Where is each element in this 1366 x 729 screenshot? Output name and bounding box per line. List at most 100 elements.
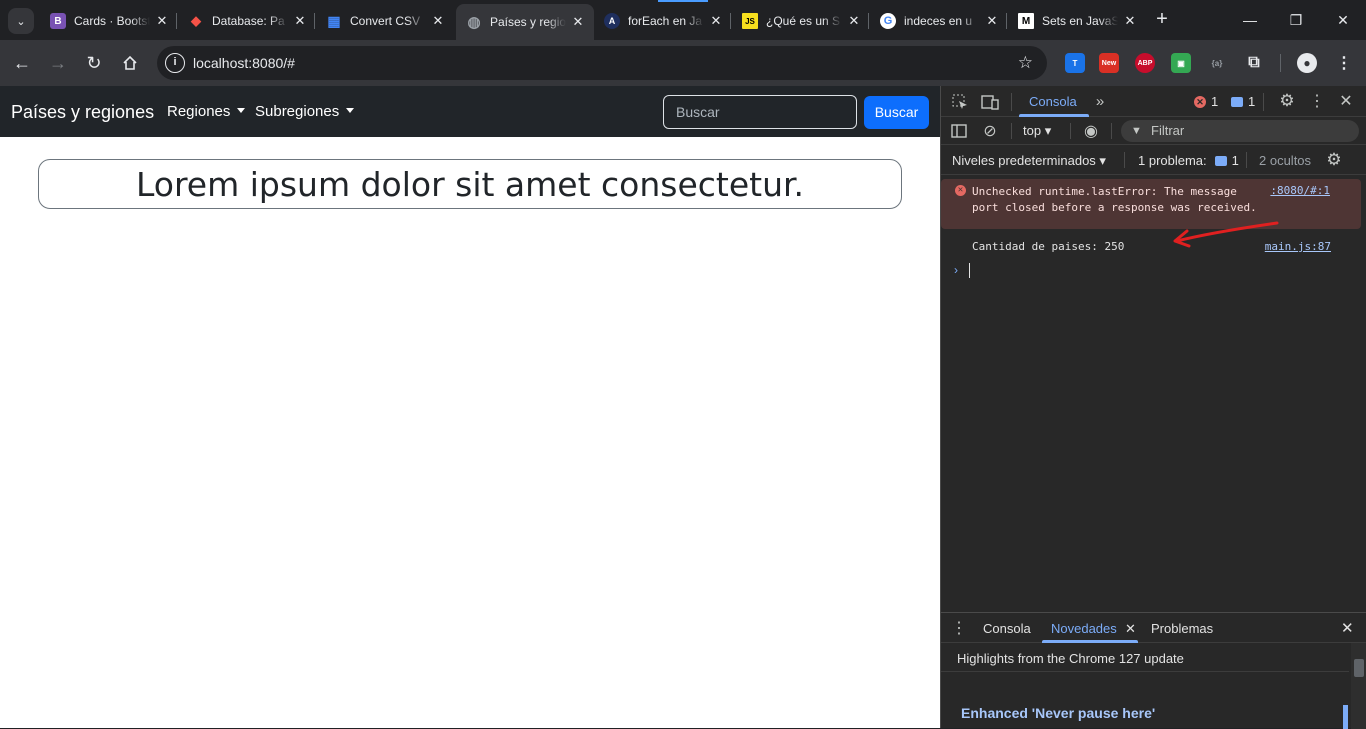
toolbar-divider	[1280, 54, 1281, 72]
devtools-tabbar: Consola » ✕ 1 1 ⚙ ⋮ ✕	[941, 86, 1366, 117]
google-icon: G	[880, 13, 896, 29]
close-devtools-icon[interactable]: ✕	[1337, 92, 1355, 110]
browser-tab[interactable]: B Cards · Bootstrap ✕	[40, 6, 178, 36]
message-icon	[1231, 96, 1243, 107]
site-info-icon[interactable]: i	[165, 53, 185, 73]
subregiones-label: Subregiones	[255, 103, 340, 120]
context-value: top	[1023, 123, 1042, 138]
device-toolbar-icon[interactable]	[981, 93, 999, 111]
drawer-menu-icon[interactable]: ⋮	[951, 619, 967, 637]
restore-icon: ❐	[1289, 11, 1303, 28]
close-icon[interactable]: ✕	[846, 13, 862, 29]
more-tabs-icon[interactable]: »	[1092, 93, 1108, 110]
scroll-indicator	[1343, 705, 1348, 729]
restore-button[interactable]: ❐	[1273, 0, 1319, 40]
back-button[interactable]: ←	[9, 50, 35, 76]
bookmark-star-icon[interactable]: ☆	[1018, 53, 1033, 73]
toolbar-divider	[1070, 123, 1071, 139]
home-button[interactable]	[117, 50, 143, 76]
console-settings-gear-icon[interactable]: ⚙	[1325, 150, 1343, 169]
tab-divider	[730, 13, 731, 29]
close-tab-icon[interactable]: ✕	[1125, 621, 1136, 637]
tab-title: ¿Qué es un S	[766, 14, 841, 28]
navbar-brand[interactable]: Países y regiones	[11, 102, 154, 123]
home-icon	[123, 55, 137, 70]
drawer-tab-consola[interactable]: Consola	[983, 621, 1031, 636]
error-source-link[interactable]: :8080/#:1	[1270, 184, 1330, 197]
profile-avatar-icon[interactable]: ●	[1297, 53, 1317, 73]
close-icon[interactable]: ✕	[1122, 13, 1138, 29]
log-levels-dropdown[interactable]: Niveles predeterminados ▾	[952, 153, 1106, 169]
toolbar-divider	[1011, 93, 1012, 111]
issues-link[interactable]: 1 problema: 1	[1138, 153, 1239, 168]
console-input-caret[interactable]	[969, 263, 970, 278]
tab-console[interactable]: Consola	[1029, 94, 1077, 109]
tab-title: forEach en Ja	[628, 14, 703, 28]
minimize-button[interactable]: —	[1227, 0, 1273, 40]
close-icon[interactable]: ✕	[154, 13, 170, 29]
filter-input[interactable]: ▼ Filtrar	[1121, 120, 1359, 142]
browser-tab[interactable]: G indeces en u ✕	[870, 6, 1008, 36]
adblock-plus-icon[interactable]: ABP	[1135, 53, 1155, 73]
close-icon[interactable]: ✕	[984, 13, 1000, 29]
error-count: 1	[1211, 94, 1219, 109]
browser-tab[interactable]: A forEach en Ja ✕	[594, 6, 732, 36]
error-count-badge[interactable]: ✕ 1	[1194, 94, 1218, 109]
browser-tab[interactable]: JS ¿Qué es un S ✕	[732, 6, 870, 36]
inspect-element-icon[interactable]	[951, 93, 969, 111]
error-icon: ✕	[1194, 95, 1206, 108]
context-select[interactable]: top ▾	[1023, 123, 1051, 139]
tab-title: Países y regiones	[490, 15, 566, 29]
tab-title: Database: Pa	[212, 14, 285, 28]
console-log-message: Cantidad de paises: 250	[972, 240, 1125, 253]
kebab-menu-icon[interactable]: ⋮	[1334, 53, 1354, 73]
close-window-button[interactable]: ✕	[1320, 0, 1366, 40]
whats-new-heading: Highlights from the Chrome 127 update	[957, 651, 1184, 666]
regiones-dropdown[interactable]: Regiones	[167, 103, 246, 120]
tab-title: Cards · Bootstrap	[74, 14, 150, 28]
live-expression-eye-icon[interactable]: ◉	[1081, 122, 1101, 140]
forward-button[interactable]: →	[45, 50, 71, 76]
android-extension-icon[interactable]: ▣	[1171, 53, 1191, 73]
caret-down-icon	[346, 108, 355, 113]
sidebar-toggle-icon[interactable]	[951, 123, 967, 139]
tab-divider	[868, 13, 869, 29]
reload-button[interactable]: ↻	[81, 50, 107, 76]
console-error-message[interactable]: ✕ Unchecked runtime.lastError: The messa…	[941, 179, 1361, 229]
address-bar[interactable]: i localhost:8080/# ☆	[157, 46, 1047, 80]
new-tab-button[interactable]: +	[1152, 9, 1172, 29]
close-icon[interactable]: ✕	[430, 13, 446, 29]
scrollbar-thumb[interactable]	[1354, 659, 1364, 677]
browser-tab[interactable]: ◆ Database: Pa ✕	[178, 6, 316, 36]
clear-console-icon[interactable]: ⊘	[981, 122, 999, 140]
kebab-menu-icon[interactable]: ⋮	[1309, 92, 1325, 110]
drawer-scrollbar[interactable]	[1351, 643, 1366, 729]
browser-tab[interactable]: ▦ Convert CSV ✕	[316, 6, 454, 36]
translate-extension-icon[interactable]: T	[1065, 53, 1085, 73]
reload-icon: ↻	[86, 52, 102, 73]
browser-tab-active[interactable]: ◍ Países y regiones ✕	[456, 4, 594, 40]
message-count-badge[interactable]: 1	[1231, 94, 1255, 109]
subregiones-dropdown[interactable]: Subregiones	[255, 103, 355, 120]
close-icon[interactable]: ✕	[570, 14, 586, 30]
tab-loading-indicator	[658, 0, 708, 2]
search-input[interactable]: Buscar	[663, 95, 857, 129]
console-output[interactable]: ✕ Unchecked runtime.lastError: The messa…	[941, 175, 1366, 612]
close-drawer-icon[interactable]: ✕	[1341, 619, 1354, 637]
error-icon: ✕	[955, 185, 966, 196]
close-icon[interactable]: ✕	[292, 13, 308, 29]
tab-search-button[interactable]: ⌄	[8, 8, 34, 34]
toolbar-divider	[1124, 152, 1125, 168]
whats-new-feature-link[interactable]: Enhanced 'Never pause here'	[961, 705, 1155, 721]
search-button[interactable]: Buscar	[864, 96, 929, 129]
url-text[interactable]: localhost:8080/#	[193, 55, 295, 71]
browser-tab[interactable]: M Sets en JavaS ✕	[1008, 6, 1146, 36]
drawer-tab-problemas[interactable]: Problemas	[1151, 621, 1213, 636]
drawer-tab-novedades[interactable]: Novedades	[1051, 621, 1117, 636]
json-viewer-icon[interactable]: {a}	[1207, 53, 1227, 73]
close-icon[interactable]: ✕	[708, 13, 724, 29]
new-badge-extension-icon[interactable]: New	[1099, 53, 1119, 73]
medium-icon: M	[1018, 13, 1034, 29]
extensions-puzzle-icon[interactable]: ⧉	[1244, 53, 1264, 73]
settings-gear-icon[interactable]: ⚙	[1278, 91, 1296, 110]
